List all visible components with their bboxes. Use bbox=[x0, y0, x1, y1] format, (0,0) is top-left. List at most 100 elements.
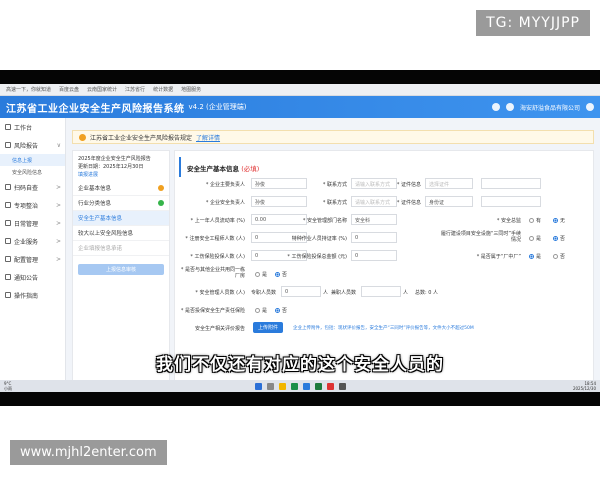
windows-start-icon[interactable] bbox=[254, 382, 262, 390]
factory-in-factory-yes[interactable]: 是 bbox=[529, 253, 541, 260]
field-label: * 是否与其他企业共用同一栋厂房 bbox=[180, 267, 245, 279]
app-icon[interactable] bbox=[338, 382, 346, 390]
bookmark[interactable]: 高速一下，你就知道 bbox=[6, 86, 51, 93]
watermark-top: TG: MYYJJPP bbox=[476, 10, 590, 36]
sidebar-item-notices[interactable]: 通知公告 bbox=[0, 268, 65, 286]
notice-text: 江苏省工业企业安全生产风险报告规定 bbox=[90, 134, 193, 142]
upload-hint: 企业上传附件，包括：现状评价报告，安全生产“三同时”评价报告等，文件大小不超过5… bbox=[293, 326, 474, 331]
form-row-main-leader: * 企业主要负责人 孙俊 * 联系方式 请输入联系方式 * 证件信息 选择证件 bbox=[175, 177, 595, 191]
form-row-injury-insurance: * 工伤保险投保人数 (人) 0 * 工伤保险投保总金额 (元) 0 * 是否属… bbox=[175, 249, 595, 263]
step-safety-info[interactable]: 安全生产基本信息 bbox=[73, 211, 169, 226]
shared-plant-yes[interactable]: 是 bbox=[255, 271, 267, 278]
field-label: * 安全总监 bbox=[496, 218, 521, 224]
letterbox-bottom bbox=[0, 392, 600, 406]
bookmark[interactable]: 江苏省行 bbox=[125, 86, 145, 93]
sidebar-item-workbench[interactable]: 工作台 bbox=[0, 118, 65, 136]
form-row-eval-report: 安全生产相关评价报告 上传附件 企业上传附件，包括：现状评价报告，安全生产“三同… bbox=[175, 321, 595, 335]
folder-icon[interactable] bbox=[278, 382, 286, 390]
id-type-select[interactable]: 身份证 bbox=[425, 196, 473, 207]
bookmark[interactable]: 百度云盘 bbox=[59, 86, 79, 93]
id-number-input[interactable] bbox=[481, 196, 541, 207]
form-row-engineers: * 注册安全工程师人数 (人) 0 特种作业人员持证率 (%) 0 履行建设项目… bbox=[175, 231, 595, 245]
video-frame: TG: MYYJJPP 高速一下，你就知道 百度云盘 云南国家统计 江苏省行 统… bbox=[0, 0, 600, 480]
sidebar-item-config[interactable]: 配置管理 > bbox=[0, 250, 65, 268]
insured-amount-input[interactable]: 0 bbox=[351, 250, 397, 261]
fulltime-input[interactable]: 0 bbox=[281, 286, 321, 297]
field-label: * 安全管理部门名称 bbox=[302, 218, 347, 224]
safety-dept-input[interactable]: 安全科 bbox=[351, 214, 397, 225]
submit-review-button[interactable]: 上报信息审核 bbox=[78, 264, 164, 275]
watermark-bottom: www.mjhl2enter.com bbox=[10, 440, 167, 465]
form-row-shared-plant: * 是否与其他企业共用同一栋厂房 是 否 bbox=[175, 267, 595, 281]
cert-rate-input[interactable]: 0 bbox=[351, 232, 397, 243]
safety-director-yes[interactable]: 有 bbox=[529, 217, 541, 224]
contact-input[interactable]: 请输入联系方式 bbox=[351, 178, 397, 189]
bell-icon[interactable] bbox=[491, 103, 500, 111]
step-industry-info[interactable]: 行业分类信息 bbox=[73, 196, 169, 211]
form-row-safety-leader: * 企业安全负责人 孙俊 * 联系方式 请输入联系方式 * 证件信息 身份证 bbox=[175, 195, 595, 209]
sidebar-item-risk-report[interactable]: 风险报告 ∨ bbox=[0, 136, 65, 154]
id-number-input[interactable] bbox=[481, 178, 541, 189]
monitor-icon bbox=[5, 124, 11, 130]
step-major-risk[interactable]: 较大以上安全风险信息 bbox=[73, 226, 169, 241]
safety-director-no[interactable]: 无 bbox=[553, 217, 565, 224]
field-label: * 企业安全负责人 bbox=[205, 200, 245, 206]
step-commitment[interactable]: 企业填报信息承诺 bbox=[73, 241, 169, 256]
steps-date: 更新日期：2025年12月30日 bbox=[78, 164, 144, 170]
sidebar-item-enterprise-service[interactable]: 企业服务 > bbox=[0, 232, 65, 250]
avatar[interactable] bbox=[505, 103, 514, 111]
three-sim-yes[interactable]: 是 bbox=[529, 235, 541, 242]
company-name[interactable]: 海安舒溢食品有限公司 bbox=[520, 103, 580, 112]
field-label: * 工伤保险投保总金额 (元) bbox=[287, 254, 347, 260]
weather-widget[interactable]: 9°C 小雨 bbox=[4, 381, 12, 391]
app-title: 江苏省工业企业安全生产风险报告系统 bbox=[6, 103, 185, 115]
field-label: * 联系方式 bbox=[322, 200, 347, 206]
check-icon bbox=[158, 200, 164, 206]
three-sim-no[interactable]: 否 bbox=[553, 235, 565, 242]
liability-yes[interactable]: 是 bbox=[255, 307, 267, 314]
field-label: * 企业主要负责人 bbox=[205, 182, 245, 188]
field-label: * 注册安全工程师人数 (人) bbox=[185, 236, 245, 242]
step-basic-info[interactable]: 企业基本信息 bbox=[73, 181, 169, 196]
sidebar-item-guide[interactable]: 操作指南 bbox=[0, 286, 65, 304]
search-icon[interactable] bbox=[266, 382, 274, 390]
form-row-liability-insurance: * 是否投保安全生产责任保险 是 否 bbox=[175, 303, 595, 317]
field-label: 特种作业人员持证率 (%) bbox=[291, 236, 347, 242]
form-row-safety-staff: * 安全管理人员数 (人) 专职人员数 0 人 兼职人员数 人 总数: 0 人 bbox=[175, 285, 595, 299]
shield-icon bbox=[5, 202, 11, 208]
word-icon[interactable] bbox=[302, 382, 310, 390]
app-header: 江苏省工业企业安全生产风险报告系统 v4.2 (企业管理端) 海安舒溢食品有限公… bbox=[0, 96, 600, 118]
bookmark[interactable]: 云南国家统计 bbox=[87, 86, 117, 93]
contact-input[interactable]: 请输入联系方式 bbox=[351, 196, 397, 207]
unit-label: 人 bbox=[323, 290, 329, 296]
bookmark[interactable]: 统计数据 bbox=[153, 86, 173, 93]
sidebar-item-daily-manage[interactable]: 日常管理 > bbox=[0, 214, 65, 232]
parttime-input[interactable] bbox=[361, 286, 401, 297]
liability-no[interactable]: 否 bbox=[275, 307, 287, 314]
sidebar-item-special-rectify[interactable]: 专项整治 > bbox=[0, 196, 65, 214]
notice-link[interactable]: 了解详情 bbox=[196, 133, 220, 142]
sidebar-sub-info-report[interactable]: 信息上报 bbox=[0, 154, 65, 166]
field-label: * 安全管理人员数 (人) bbox=[195, 290, 245, 296]
turnover-rate-input[interactable]: 0.00 bbox=[251, 214, 307, 225]
steps-progress-link[interactable]: 填报进展 bbox=[73, 170, 169, 181]
field-label: * 联系方式 bbox=[322, 182, 347, 188]
field-label: * 是否投保安全生产责任保险 bbox=[180, 308, 245, 314]
main-leader-input[interactable]: 孙俊 bbox=[251, 178, 307, 189]
upload-button[interactable]: 上传附件 bbox=[253, 322, 284, 333]
excel-icon[interactable] bbox=[314, 382, 322, 390]
id-type-select[interactable]: 选择证件 bbox=[425, 178, 473, 189]
app-icon[interactable] bbox=[326, 382, 334, 390]
bookmark[interactable]: 地图服务 bbox=[181, 86, 201, 93]
shared-plant-no[interactable]: 否 bbox=[275, 271, 287, 278]
field-label: * 是否属于“厂中厂” bbox=[476, 254, 521, 260]
factory-in-factory-no[interactable]: 否 bbox=[553, 253, 565, 260]
browser-icon[interactable] bbox=[290, 382, 298, 390]
clock[interactable]: 18:54 2025/12/30 bbox=[573, 381, 596, 391]
safety-leader-input[interactable]: 孙俊 bbox=[251, 196, 307, 207]
power-icon[interactable] bbox=[586, 103, 594, 111]
taskbar: 9°C 小雨 18:54 2025/12/30 bbox=[0, 380, 600, 392]
sidebar-item-scan-check[interactable]: 扫码自查 > bbox=[0, 178, 65, 196]
steps-title: 2025年度企业安全生产风险报告 bbox=[78, 156, 151, 162]
sidebar-sub-risk-info[interactable]: 安全风险信息 bbox=[0, 166, 65, 178]
